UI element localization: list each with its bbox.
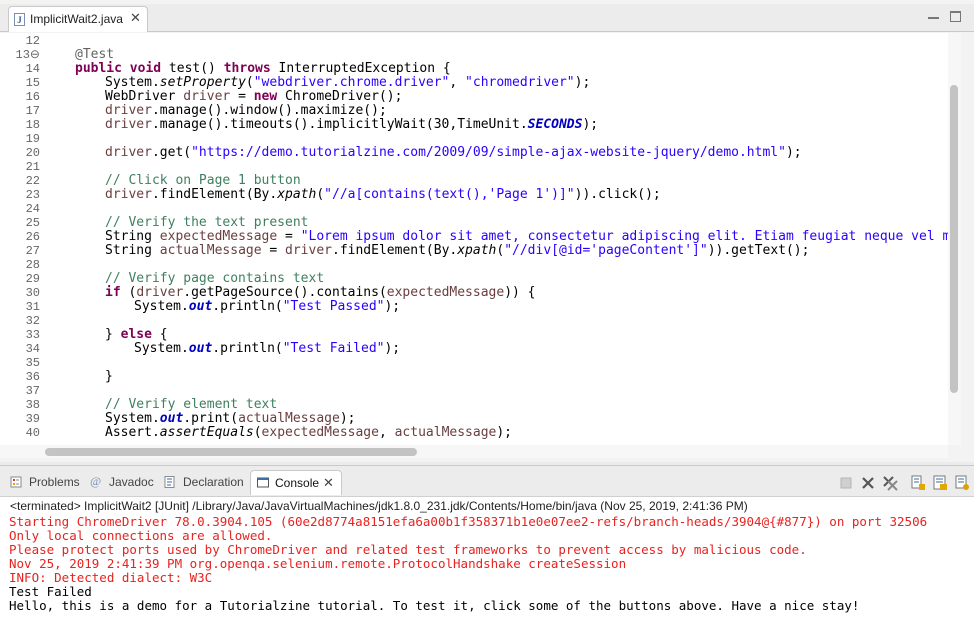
- code-line-13: @Test: [75, 47, 115, 62]
- java-file-icon: J: [14, 13, 25, 26]
- code-line-30: if (driver.getPageSource().contains(expe…: [105, 285, 536, 300]
- pin-console-icon[interactable]: [954, 475, 970, 491]
- line-number: 24: [25, 202, 40, 216]
- console-output[interactable]: <terminated> ImplicitWait2 [JUnit] /Libr…: [0, 497, 974, 633]
- console-line: Hello, this is a demo for a Tutorialzine…: [9, 598, 860, 613]
- terminated-status: <terminated> ImplicitWait2 [JUnit] /Libr…: [10, 499, 748, 513]
- line-number: 15: [25, 76, 40, 90]
- line-number: 22: [25, 174, 40, 188]
- code-line-26: String expectedMessage = "Lorem ipsum do…: [105, 229, 948, 244]
- javadoc-icon: @: [90, 474, 102, 488]
- console-line: Only local connections are allowed.: [9, 528, 273, 543]
- scroll-lock-icon[interactable]: [932, 475, 948, 491]
- tab-problems[interactable]: Problems: [10, 470, 84, 495]
- code-line-17: driver.manage().window().maximize();: [105, 103, 387, 118]
- code-line-18: driver.manage().timeouts().implicitlyWai…: [105, 117, 599, 132]
- line-number: 35: [25, 356, 40, 370]
- code-line-33: } else {: [105, 327, 168, 342]
- line-number: 31: [25, 300, 40, 314]
- line-number: 14: [25, 62, 40, 76]
- code-line-15: System.setProperty("webdriver.chrome.dri…: [105, 75, 591, 90]
- code-line-40: Assert.assertEquals(expectedMessage, act…: [105, 425, 513, 440]
- line-number: 12: [25, 34, 40, 48]
- remove-all-terminated-icon[interactable]: [882, 475, 898, 491]
- editor-tab-implicitwait2[interactable]: J ImplicitWait2.java ✕: [8, 6, 148, 32]
- problems-icon: [10, 476, 22, 488]
- console-icon: [257, 477, 269, 488]
- line-number: 39: [25, 412, 40, 426]
- tab-problems-label: Problems: [29, 475, 80, 489]
- code-line-25: // Verify the text present: [105, 215, 309, 230]
- vertical-scroll-thumb[interactable]: [950, 85, 958, 393]
- line-number: 32: [25, 314, 40, 328]
- code-line-38: // Verify element text: [105, 397, 278, 412]
- close-tab-icon[interactable]: ✕: [130, 11, 141, 25]
- line-number: 40: [25, 426, 40, 440]
- editor-tab-label: ImplicitWait2.java: [30, 12, 123, 26]
- minimize-icon[interactable]: [928, 11, 939, 19]
- line-number: 34: [25, 342, 40, 356]
- editor-tab-bar: J ImplicitWait2.java ✕: [0, 4, 974, 32]
- console-line: Please protect ports used by ChromeDrive…: [9, 542, 807, 557]
- line-number: 13⊖: [15, 48, 40, 62]
- line-number: 18: [25, 118, 40, 132]
- line-number: 19: [25, 132, 40, 146]
- code-line-20: driver.get("https://demo.tutorialzine.co…: [105, 145, 802, 160]
- code-line-23: driver.findElement(By.xpath("//a[contain…: [105, 187, 661, 202]
- code-line-16: WebDriver driver = new ChromeDriver();: [105, 89, 403, 104]
- line-number: 33: [25, 328, 40, 342]
- console-line: Starting ChromeDriver 78.0.3904.105 (60e…: [9, 514, 928, 529]
- line-number: 16: [25, 90, 40, 104]
- console-line: Test Failed: [9, 584, 92, 599]
- tab-declaration[interactable]: Declaration: [164, 470, 248, 495]
- console-line: INFO: Detected dialect: W3C: [9, 570, 213, 585]
- code-line-29: // Verify page contains text: [105, 271, 325, 286]
- line-number: 37: [25, 384, 40, 398]
- console-panel: Problems @ Javadoc Declaration Console ✕…: [0, 465, 974, 633]
- code-line-14: public void test() throws InterruptedExc…: [75, 61, 451, 76]
- clear-console-icon[interactable]: [910, 475, 926, 491]
- tab-console[interactable]: Console ✕: [250, 470, 342, 495]
- code-editor[interactable]: 12 13⊖ 14 15 16 17 18 19 20 21 22 23 24 25 26 27 28 29 30 3…: [0, 33, 948, 445]
- editor-area: J ImplicitWait2.java ✕ 12 13⊖ 14 15 16 17 18 19…: [0, 0, 974, 462]
- tab-console-label: Console: [275, 476, 320, 490]
- code-line-22: // Click on Page 1 button: [105, 173, 301, 188]
- close-console-tab-icon[interactable]: ✕: [323, 475, 334, 491]
- line-number-ruler: 12 13⊖ 14 15 16 17 18 19 20 21 22 23 24 25 26 27 28 29 30 3…: [0, 33, 46, 445]
- view-tab-bar: Problems @ Javadoc Declaration Console ✕: [0, 466, 974, 497]
- editor-vertical-scrollbar[interactable]: [948, 33, 961, 445]
- line-number: 25: [25, 216, 40, 230]
- line-number: 36: [25, 370, 40, 384]
- line-number: 28: [25, 258, 40, 272]
- code-line-27: String actualMessage = driver.findElemen…: [105, 243, 810, 258]
- tab-javadoc[interactable]: @ Javadoc: [90, 470, 158, 495]
- code-line-34: System.out.println("Test Failed");: [134, 341, 401, 356]
- line-number: 27: [25, 244, 40, 258]
- console-line: Nov 25, 2019 2:41:39 PM org.openqa.selen…: [9, 556, 627, 571]
- code-line-36: }: [105, 369, 113, 384]
- code-line-31: System.out.println("Test Passed");: [134, 299, 401, 314]
- horizontal-scroll-thumb[interactable]: [45, 448, 417, 456]
- maximize-icon[interactable]: [950, 11, 961, 22]
- editor-horizontal-scrollbar[interactable]: [0, 445, 948, 458]
- remove-launch-icon[interactable]: [860, 475, 876, 491]
- line-number: 29: [25, 272, 40, 286]
- tab-javadoc-label: Javadoc: [109, 475, 154, 489]
- code-line-39: System.out.print(actualMessage);: [105, 411, 356, 426]
- line-number: 23: [25, 188, 40, 202]
- declaration-icon: [164, 476, 175, 488]
- tab-declaration-label: Declaration: [183, 475, 244, 489]
- line-number: 30: [25, 286, 40, 300]
- line-number: 21: [25, 160, 40, 174]
- line-number: 17: [25, 104, 40, 118]
- line-number: 38: [25, 398, 40, 412]
- line-number: 20: [25, 146, 40, 160]
- line-number: 26: [25, 230, 40, 244]
- terminate-icon[interactable]: [838, 475, 854, 491]
